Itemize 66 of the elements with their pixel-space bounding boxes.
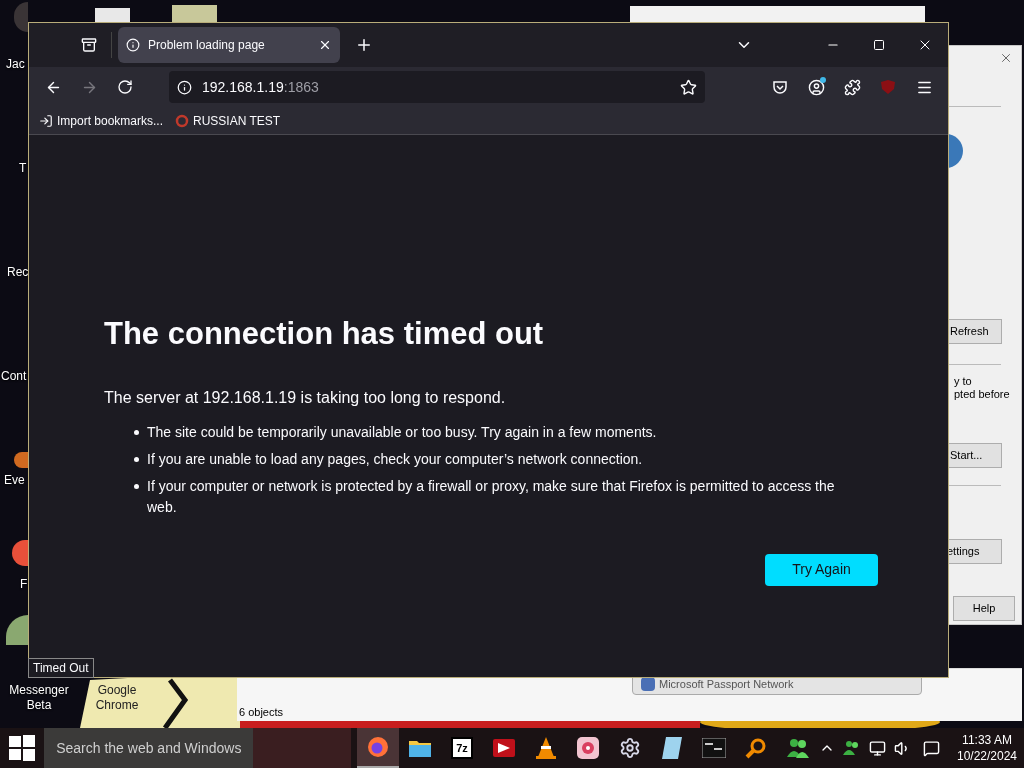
search-field[interactable]: Search the web and Windows	[44, 728, 254, 768]
bookmark-star-icon[interactable]	[680, 78, 697, 96]
desktop-icon-label[interactable]: Rec	[7, 266, 29, 278]
bookmark-item[interactable]: RUSSIAN TEST	[175, 111, 281, 130]
close-icon[interactable]	[318, 38, 332, 52]
info-icon	[126, 38, 140, 52]
gears-icon	[619, 737, 641, 759]
windows-logo-icon	[9, 735, 36, 761]
status-text: 6 objects	[239, 705, 284, 720]
bullet-icon	[134, 429, 139, 435]
tooltip: Timed Out	[28, 658, 94, 678]
error-hint: If your computer or network is protected by a firewall or proxy, make sure that Firefox is permitted to access the web.	[147, 476, 836, 517]
maximize-icon	[873, 39, 885, 51]
try-again-button[interactable]: Try Again	[765, 553, 878, 586]
puzzle-icon	[843, 78, 861, 96]
bullet-icon	[134, 483, 139, 489]
shield-icon	[881, 80, 895, 94]
bookmark-item[interactable]: Import bookmarks...	[39, 111, 164, 130]
desktop-icon-label[interactable]: Jac	[6, 58, 25, 70]
address-bar[interactable]: 192.168.1.19:1863	[169, 71, 705, 103]
tab-list-icon	[81, 37, 97, 53]
dialog-text: y to pted before	[954, 375, 1010, 401]
browser-tab[interactable]: Problem loading page	[118, 27, 340, 63]
traffic-cone-icon	[536, 737, 556, 759]
error-description: The server at 192.168.1.19 is taking too long to respond.	[104, 387, 507, 408]
desktop-icon-label[interactable]: Google Chrome	[88, 683, 146, 713]
settings-button[interactable]: ettings	[946, 539, 1002, 564]
play-icon	[493, 739, 515, 757]
sevenzip-icon: 7z	[451, 737, 473, 759]
magnifier-icon	[745, 737, 767, 759]
refresh-button[interactable]: Refresh	[946, 319, 1002, 344]
account-icon	[807, 78, 825, 96]
site-icon	[175, 113, 190, 128]
network-icon[interactable]	[869, 739, 886, 757]
bullet-icon	[134, 456, 139, 462]
desktop-icon-label[interactable]: Eve	[4, 474, 25, 486]
info-icon	[177, 79, 192, 95]
start-button[interactable]: Start...	[946, 443, 1002, 468]
firefox-icon	[367, 736, 389, 758]
error-hint: If you are unable to load any pages, check your computer’s network connection.	[147, 449, 643, 469]
import-icon	[39, 113, 53, 128]
desktop-icon-label[interactable]: Messenger Beta	[4, 683, 74, 713]
close-icon[interactable]	[999, 51, 1013, 65]
error-title: The connection has timed out	[104, 315, 545, 353]
clock[interactable]: 11:33 AM 10/22/2024	[954, 732, 1020, 764]
reload-icon	[117, 79, 133, 95]
pocket-icon	[772, 79, 788, 95]
url-text: 192.168.1.19:1863	[202, 77, 320, 97]
people-icon[interactable]	[843, 739, 861, 757]
flower-icon	[577, 737, 599, 759]
desktop-icon-label[interactable]: T	[19, 162, 27, 174]
taskbar-app[interactable]: 7z	[441, 728, 483, 768]
clock-time: 11:33 AM	[962, 732, 1012, 748]
folder-icon	[409, 739, 431, 757]
tab-title: Problem loading page	[148, 37, 266, 54]
help-button[interactable]: Help	[953, 596, 1015, 621]
desktop-icon-label[interactable]: Cont	[1, 370, 27, 382]
terminal-icon	[702, 738, 726, 758]
people-icon	[786, 737, 810, 759]
desktop-icon-label[interactable]: F	[20, 578, 28, 590]
plus-icon	[355, 36, 373, 54]
clock-date: 10/22/2024	[956, 748, 1018, 764]
notifications-icon[interactable]	[923, 739, 940, 757]
error-hint: The site could be temporarily unavailable or too busy. Try again in a few moments.	[147, 422, 657, 442]
desktop-app-icon[interactable]	[14, 452, 28, 468]
panel-title: Microsoft Passport Network	[659, 676, 794, 692]
